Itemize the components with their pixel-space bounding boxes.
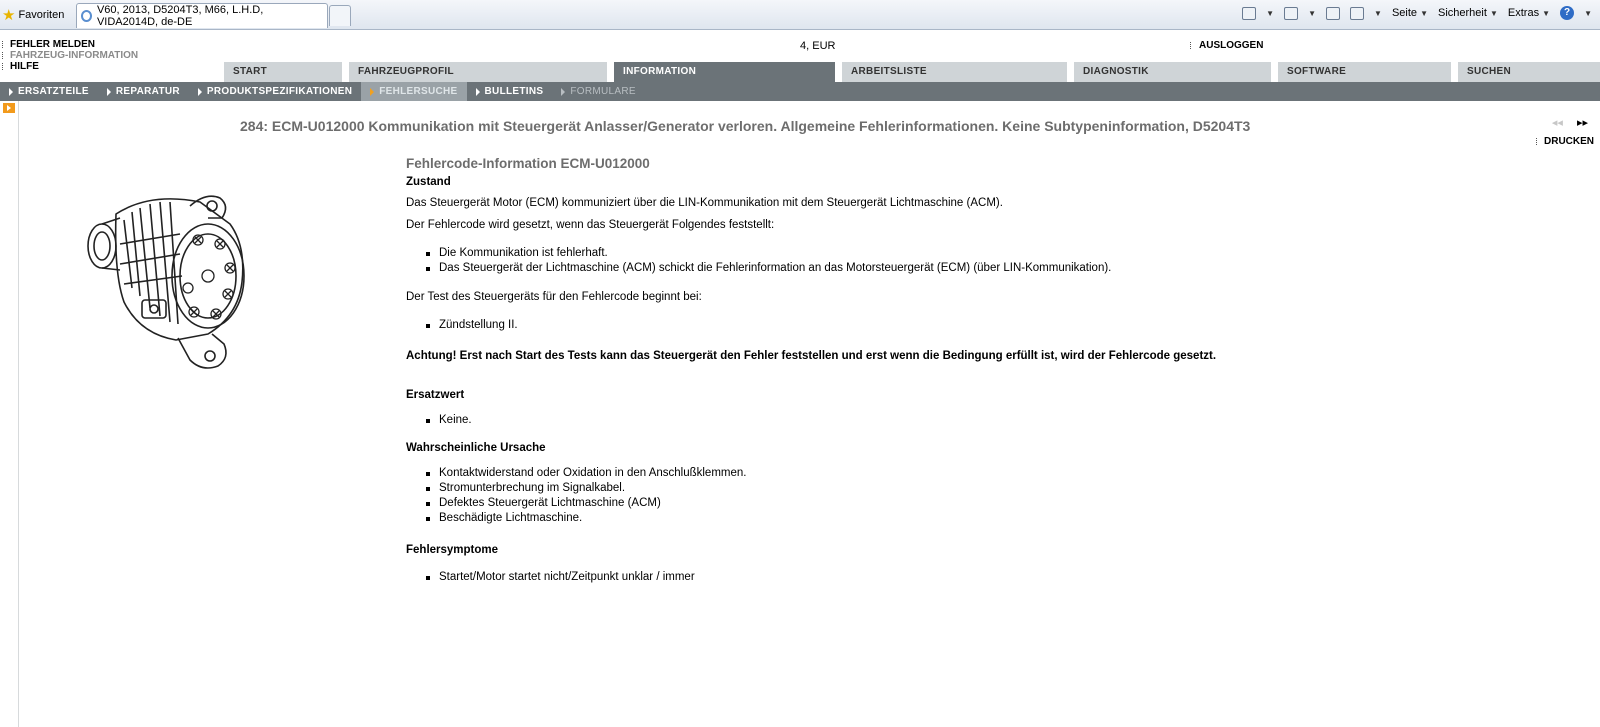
ersatzwert-heading: Ersatzwert	[406, 389, 465, 401]
expand-panel-icon[interactable]	[3, 103, 15, 113]
mail-icon[interactable]	[1326, 6, 1341, 20]
feeds-icon[interactable]	[1284, 6, 1299, 20]
document-pager: ◂◂ ▸▸	[1552, 116, 1588, 129]
list-item: Die Kommunikation ist fehlerhaft.	[426, 246, 1556, 261]
favorites-button[interactable]: ★ Favoriten	[2, 6, 64, 24]
arrow-right-icon	[370, 87, 375, 96]
zustand-heading: Zustand	[406, 176, 451, 188]
print-link[interactable]: DRUCKEN	[1536, 136, 1594, 147]
tab-information[interactable]: INFORMATION	[614, 62, 835, 82]
ursache-list: Kontaktwiderstand oder Oxidation in den …	[426, 466, 1556, 526]
home-icon[interactable]	[1242, 6, 1257, 20]
star-icon: ★	[2, 6, 16, 24]
ie-page-icon	[81, 10, 92, 22]
list-item: Kontaktwiderstand oder Oxidation in den …	[426, 466, 1556, 481]
report-error-link[interactable]: FEHLER MELDEN	[2, 39, 138, 50]
command-bar: ▼ ▼ ▼ Seite ▼ Sicherheit ▼ Extras ▼ ? ▼	[1242, 6, 1592, 20]
previous-document-icon: ◂◂	[1551, 117, 1563, 129]
arrow-right-icon	[475, 87, 480, 96]
logout-link[interactable]: AUSLOGGEN	[1190, 40, 1263, 51]
ersatzwert-list: Keine.	[426, 413, 1556, 428]
currency-display: 4, EUR	[800, 40, 836, 52]
document-content: Fehlercode-Information ECM-U012000 Zusta…	[406, 156, 1556, 585]
list-item: Das Steuergerät der Lichtmaschine (ACM) …	[426, 261, 1556, 276]
chevron-down-icon[interactable]: ▼	[1308, 9, 1316, 18]
tab-diagnostik[interactable]: DIAGNOSTIK	[1074, 62, 1271, 82]
symptome-heading: Fehlersymptome	[406, 544, 499, 556]
symptome-list: Startet/Motor startet nicht/Zeitpunkt un…	[426, 570, 1556, 585]
header-links: FEHLER MELDEN FAHRZEUG-INFORMATION HILFE	[2, 39, 138, 72]
page-menu[interactable]: Seite ▼	[1392, 7, 1428, 19]
favorites-label: Favoriten	[18, 9, 65, 21]
list-item: Keine.	[426, 413, 1556, 428]
tab-fahrzeugprofil[interactable]: FAHRZEUGPROFIL	[349, 62, 607, 82]
arrow-right-icon	[9, 87, 13, 96]
chevron-down-icon[interactable]: ▼	[1584, 9, 1592, 18]
subnav-fehlersuche[interactable]: FEHLERSUCHE	[361, 82, 467, 101]
arrow-right-icon	[561, 87, 566, 96]
alternator-illustration	[87, 195, 245, 369]
sub-navigation: ERSATZTEILE REPARATUR PRODUKTSPEZIFIKATI…	[0, 82, 1600, 101]
tab-suchen[interactable]: SUCHEN	[1458, 62, 1600, 82]
list-item: Startet/Motor startet nicht/Zeitpunkt un…	[426, 570, 1556, 585]
warning-text: Achtung! Erst nach Start des Tests kann …	[406, 350, 1217, 362]
left-panel-gutter	[0, 101, 19, 727]
tab-software[interactable]: SOFTWARE	[1278, 62, 1451, 82]
ursache-heading: Wahrscheinliche Ursache	[406, 442, 546, 454]
list-item: Stromunterbrechung im Signalkabel.	[426, 481, 1556, 496]
new-tab-button[interactable]	[329, 5, 351, 26]
page-title: 284: ECM-U012000 Kommunikation mit Steue…	[240, 118, 1251, 134]
tab-arbeitsliste[interactable]: ARBEITSLISTE	[842, 62, 1067, 82]
subnav-bulletins[interactable]: BULLETINS	[467, 82, 553, 101]
subnav-produktspezifikationen[interactable]: PRODUKTSPEZIFIKATIONEN	[189, 82, 361, 101]
subnav-formulare: FORMULARE	[552, 82, 644, 101]
vehicle-info-link[interactable]: FAHRZEUG-INFORMATION	[2, 50, 138, 61]
next-document-icon[interactable]: ▸▸	[1577, 116, 1588, 129]
browser-toolbar: ★ Favoriten V60, 2013, D5204T3, M66, L.H…	[0, 0, 1600, 30]
safety-menu[interactable]: Sicherheit ▼	[1438, 7, 1498, 19]
section-heading: Fehlercode-Information ECM-U012000	[406, 156, 650, 171]
condition-list: Die Kommunikation ist fehlerhaft. Das St…	[426, 246, 1556, 276]
arrow-right-icon	[106, 87, 111, 96]
browser-tab[interactable]: V60, 2013, D5204T3, M66, L.H.D, VIDA2014…	[76, 3, 328, 28]
paragraph: Der Fehlercode wird gesetzt, wenn das St…	[406, 219, 775, 231]
subnav-ersatzteile[interactable]: ERSATZTEILE	[0, 82, 98, 101]
browser-tab-title: V60, 2013, D5204T3, M66, L.H.D, VIDA2014…	[96, 4, 264, 28]
list-item: Defektes Steuergerät Lichtmaschine (ACM)	[426, 496, 1556, 511]
help-link[interactable]: HILFE	[2, 61, 138, 72]
list-item: Beschädigte Lichtmaschine.	[426, 511, 1556, 526]
test-start-list: Zündstellung II.	[426, 318, 1556, 333]
paragraph: Der Test des Steuergeräts für den Fehler…	[406, 291, 702, 303]
chevron-down-icon[interactable]: ▼	[1374, 9, 1382, 18]
chevron-down-icon[interactable]: ▼	[1266, 9, 1274, 18]
subnav-reparatur[interactable]: REPARATUR	[98, 82, 189, 101]
extras-menu[interactable]: Extras ▼	[1508, 7, 1550, 19]
paragraph: Das Steuergerät Motor (ECM) kommuniziert…	[406, 197, 1003, 209]
main-tabs: START FAHRZEUGPROFIL INFORMATION ARBEITS…	[224, 62, 1600, 82]
arrow-right-icon	[197, 87, 202, 96]
print-icon[interactable]	[1350, 6, 1365, 20]
tab-start[interactable]: START	[224, 62, 342, 82]
list-item: Zündstellung II.	[426, 318, 1556, 333]
help-icon[interactable]: ?	[1560, 6, 1575, 20]
